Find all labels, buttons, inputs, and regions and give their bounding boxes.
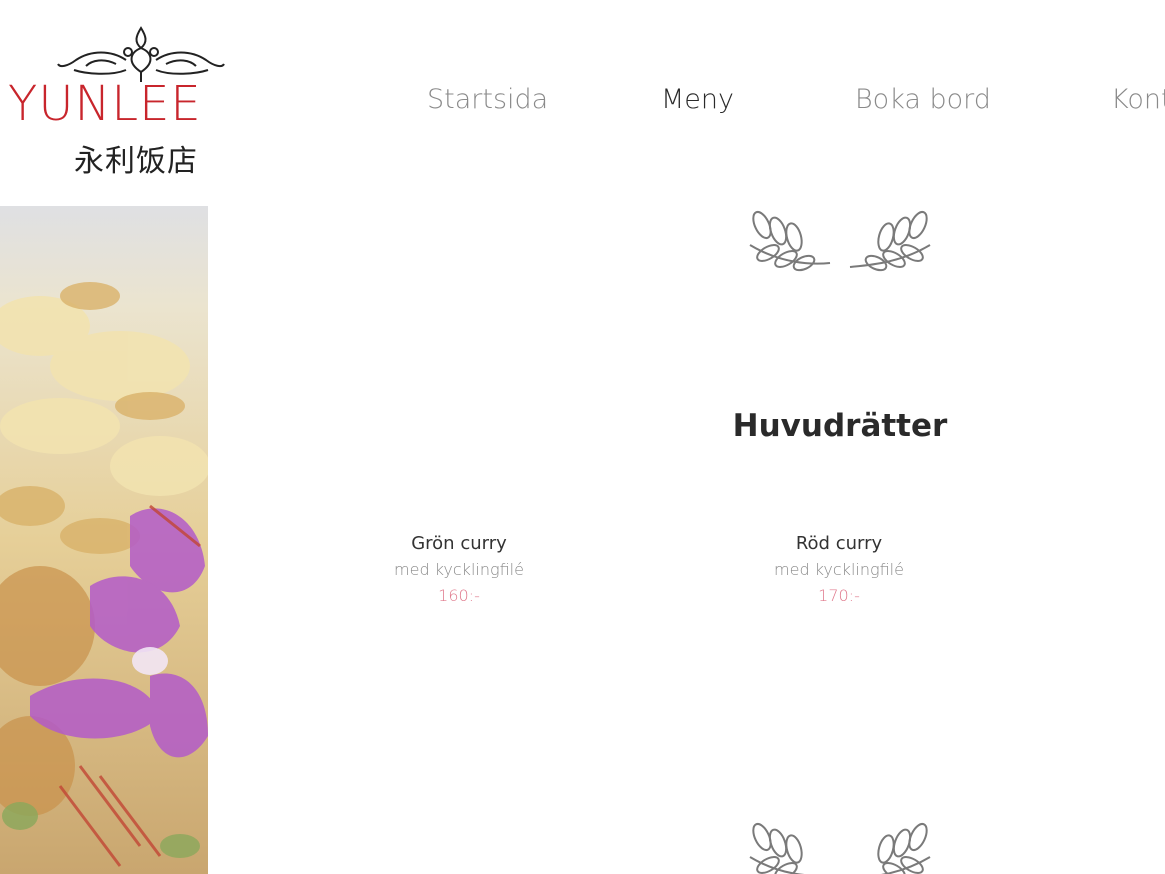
section-title: Huvudrätter [732, 408, 948, 444]
food-photo-illustration [0, 206, 208, 874]
menu-item: Röd curry med kycklingfilé 170:- [739, 533, 939, 607]
dish-price: 160:- [438, 586, 480, 605]
brand-chinese-name: 永利饭店 [74, 144, 198, 179]
menu-item: Grön curry med kycklingfilé 160:- [359, 533, 559, 607]
laurel-ornament-icon [749, 822, 931, 874]
food-photo [0, 206, 208, 874]
nav-item-meny[interactable]: Meny [661, 84, 734, 115]
dish-name: Grön curry [411, 533, 507, 554]
nav-item-kontakt[interactable]: Kontakt [1111, 84, 1165, 115]
dish-price: 170:- [818, 586, 860, 605]
dish-description: med kycklingfilé [394, 560, 524, 579]
page: YUNLEE 永利饭店 Startsida Meny Boka bord Kon… [0, 0, 1165, 874]
laurel-ornament-icon [749, 210, 931, 272]
dish-description: med kycklingfilé [774, 560, 904, 579]
dish-name: Röd curry [795, 533, 883, 554]
nav-item-startsida[interactable]: Startsida [427, 84, 548, 115]
nav-item-boka-bord[interactable]: Boka bord [855, 84, 991, 115]
main-nav: Startsida Meny Boka bord Kontakt [0, 84, 1165, 124]
